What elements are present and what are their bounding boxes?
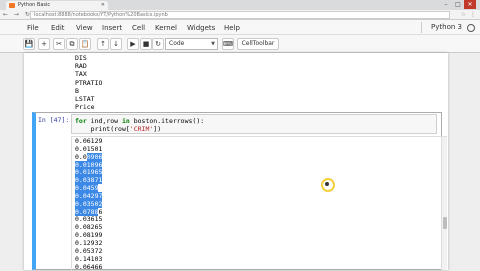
selected-text: 0.03502 xyxy=(75,199,103,208)
output-line: 0.01965 xyxy=(75,168,103,177)
output-line: 0.03871 xyxy=(75,176,103,185)
output-line: 0.03615 xyxy=(75,215,103,224)
move-up-icon[interactable]: ↑ xyxy=(97,38,109,50)
selected-text: 0.04297 xyxy=(75,191,103,200)
code-line: for ind,row in boston.iterrows(): xyxy=(75,117,205,125)
previous-cell-output: DIS RAD TAX PTRATIO B LSTAT Price xyxy=(75,54,102,111)
output-line: 0.07886 xyxy=(75,207,103,216)
toolbar: 💾 + ✂ ⧉ 📋 ↑ ↓ ▶ ■ ↻ Code ▼ ⌨ CellToolbar xyxy=(0,35,480,53)
code-line: print(row['CRIM']) xyxy=(75,125,162,133)
browser-menu-icon[interactable]: ⋮ xyxy=(470,11,476,18)
output-scroll-area[interactable] xyxy=(71,136,447,270)
menu-help[interactable]: Help xyxy=(224,24,240,32)
menubar-divider xyxy=(421,22,422,33)
menu-edit[interactable]: Edit xyxy=(51,24,65,32)
cell-output[interactable]: 0.06129 0.01501 0.00906 0.01096 0.01965 0.038… xyxy=(75,137,103,271)
menu-view[interactable]: View xyxy=(76,24,93,32)
output-line: 0.08265 xyxy=(75,223,103,232)
mouse-cursor xyxy=(325,182,329,186)
output-line: 0.06129 xyxy=(75,137,103,145)
selected-text: 0.03871 xyxy=(75,176,103,185)
jupyter-favicon-icon xyxy=(9,3,15,8)
menu-kernel[interactable]: Kernel xyxy=(155,24,177,32)
selected-text: 0906 xyxy=(86,152,103,161)
cell-prompt: In [47]: xyxy=(38,116,70,124)
output-line: 0.05372 xyxy=(75,246,103,255)
output-line: TAX xyxy=(75,70,87,79)
output-line: 0.01501 xyxy=(75,144,103,153)
output-line: Price xyxy=(75,103,95,112)
output-line: 0.12932 xyxy=(75,238,103,247)
save-icon[interactable]: 💾 xyxy=(23,38,35,50)
output-line: LSTAT xyxy=(75,94,95,103)
insert-cell-button[interactable]: + xyxy=(38,38,50,50)
close-window-button[interactable]: ✕ xyxy=(464,0,476,9)
output-line: DIS xyxy=(75,54,87,62)
cut-icon[interactable]: ✂ xyxy=(53,38,65,50)
output-line: 0.06466 xyxy=(75,262,103,271)
tab-title: Python Basic xyxy=(18,2,51,8)
run-icon[interactable]: ▶ xyxy=(127,38,139,50)
selected-text: 0.0459 xyxy=(75,184,99,193)
output-line: 0.0459 xyxy=(75,184,102,193)
tab-close-icon[interactable]: ✕ xyxy=(101,1,105,10)
kernel-name[interactable]: Python 3 xyxy=(431,23,462,31)
maximize-button[interactable]: □ xyxy=(452,0,464,9)
menu-file[interactable]: File xyxy=(27,24,39,32)
url-input[interactable]: localhost:8888/notebooks/YT/Python%20Bas… xyxy=(30,11,450,19)
stop-icon[interactable]: ■ xyxy=(140,38,152,50)
output-line: 0.01096 xyxy=(75,160,103,169)
nav-buttons[interactable]: ← → ↻ xyxy=(3,11,32,18)
output-line: 0.00906 xyxy=(75,152,103,161)
menu-widgets[interactable]: Widgets xyxy=(187,24,215,32)
paste-icon[interactable]: 📋 xyxy=(79,38,91,50)
scrollbar-thumb[interactable] xyxy=(443,217,447,229)
minimize-button[interactable]: – xyxy=(440,0,452,9)
code-editor[interactable]: for ind,row in boston.iterrows(): print(… xyxy=(71,114,437,134)
bookmark-star-icon[interactable]: ☆ xyxy=(461,11,466,18)
window-controls: – □ ✕ xyxy=(440,0,476,10)
output-line: PTRATIO xyxy=(75,78,103,87)
browser-tab-bar: Python Basic ✕ – □ ✕ xyxy=(0,0,480,10)
command-palette-icon[interactable]: ⌨ xyxy=(222,38,234,50)
menubar: File Edit View Insert Cell Kernel Widget… xyxy=(0,20,480,35)
cell-type-select[interactable]: Code ▼ xyxy=(165,38,218,50)
menu-insert[interactable]: Insert xyxy=(102,24,122,32)
restart-icon[interactable]: ↻ xyxy=(152,38,164,50)
selected-text: 0.01096 xyxy=(75,160,103,169)
output-line: 0.14103 xyxy=(75,254,103,263)
cell-type-value: Code xyxy=(169,40,185,47)
kernel-status-icon xyxy=(467,24,475,32)
output-scrollbar[interactable] xyxy=(441,137,447,270)
selected-text: 0.0788 xyxy=(75,207,99,216)
output-line: 0.03502 xyxy=(75,199,103,208)
selected-text: 0.01965 xyxy=(75,168,103,177)
output-line: B xyxy=(75,86,79,95)
output-line: RAD xyxy=(75,62,87,71)
menu-cell[interactable]: Cell xyxy=(132,24,145,32)
chevron-down-icon: ▼ xyxy=(211,41,215,47)
browser-tab[interactable]: Python Basic ✕ xyxy=(6,1,108,10)
output-line: 0.04297 xyxy=(75,191,103,200)
move-down-icon[interactable]: ↓ xyxy=(110,38,122,50)
copy-icon[interactable]: ⧉ xyxy=(66,38,78,50)
address-bar: ← → ↻ localhost:8888/notebooks/YT/Python… xyxy=(0,10,480,20)
output-line: 0.08199 xyxy=(75,231,103,240)
celltoolbar-button[interactable]: CellToolbar xyxy=(237,38,279,50)
